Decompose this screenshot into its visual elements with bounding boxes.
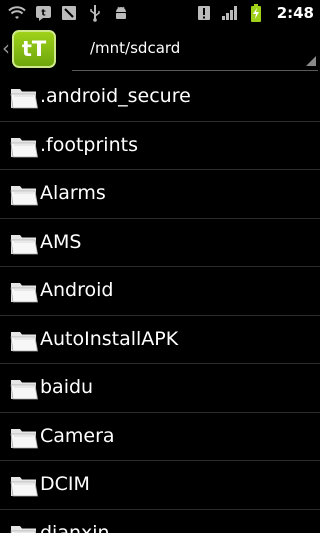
file-name: Alarms [40,182,106,204]
folder-icon [9,82,39,112]
system-icons: 2:48 [195,0,320,25]
wifi-icon [8,4,26,22]
folder-icon [9,373,39,403]
file-list-item[interactable]: baidu [0,364,320,413]
app-icon[interactable]: tT [12,30,56,68]
alert-icon [195,4,213,22]
folder-icon [9,276,39,306]
talk-icon: t [34,4,52,22]
back-chevron-icon[interactable]: ‹ [2,37,12,59]
file-name: Camera [40,424,115,447]
file-name: DCIM [40,473,90,495]
file-list-item[interactable]: Android [0,267,320,316]
file-list-item[interactable]: .footprints [0,122,320,170]
battery-charging-icon [247,3,265,22]
file-name: baidu [40,376,94,398]
action-bar: ‹ tT /mnt/sdcard [0,25,320,73]
file-name: AMS [40,230,82,253]
android-debug-icon [112,4,130,22]
folder-icon [9,519,39,533]
file-list-item[interactable]: DCIM [0,461,320,510]
file-list: .android_secure .footprints Alarms AMS A… [0,73,320,533]
file-list-item[interactable]: AMS [0,219,320,267]
file-list-item[interactable]: Camera [0,413,320,461]
folder-icon [9,179,39,209]
file-list-item[interactable]: dianxin [0,510,320,533]
usb-icon [86,4,104,22]
status-time: 2:48 [276,3,314,22]
folder-icon [9,325,39,355]
path-spinner[interactable]: /mnt/sdcard [72,25,318,71]
app-icon-text: tT [21,37,47,61]
svg-text:t: t [41,8,46,18]
file-name: .footprints [40,133,138,156]
folder-icon [9,131,39,161]
file-name: Android [40,279,114,301]
sim-icon [60,4,78,22]
file-list-item[interactable]: AutoInstallAPK [0,316,320,364]
file-list-item[interactable]: .android_secure [0,73,320,122]
status-bar: t 2:48 [0,0,320,25]
file-list-item[interactable]: Alarms [0,170,320,219]
signal-icon [221,4,239,22]
dropdown-arrow-icon [306,56,316,66]
folder-icon [9,228,39,258]
file-name: .android_secure [40,85,191,107]
folder-icon [9,470,39,500]
notification-icons: t [0,0,130,25]
current-path: /mnt/sdcard [90,39,181,57]
file-name: AutoInstallAPK [40,327,179,350]
folder-icon [9,422,39,452]
file-name: dianxin [40,521,110,533]
